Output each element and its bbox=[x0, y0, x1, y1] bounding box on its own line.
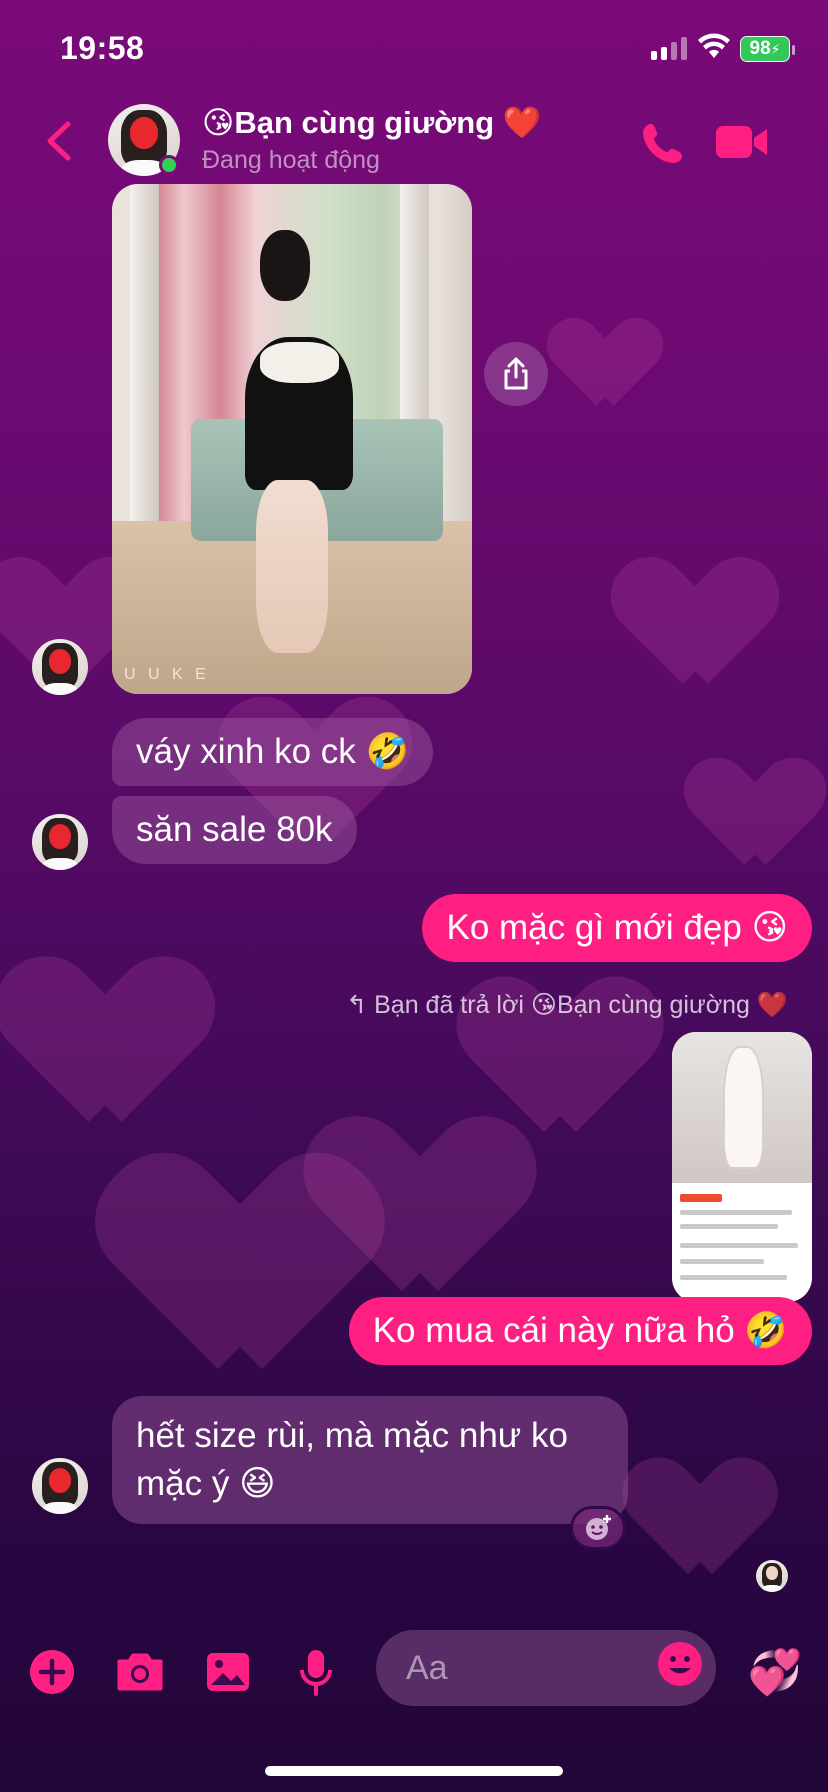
sender-avatar[interactable] bbox=[32, 814, 88, 870]
status-bar: 19:58 98 ⚡ bbox=[0, 0, 828, 100]
incoming-message[interactable]: váy xinh ko ck 🤣 bbox=[112, 718, 434, 786]
share-button[interactable] bbox=[484, 342, 548, 406]
gallery-button[interactable] bbox=[204, 1646, 252, 1698]
add-button[interactable] bbox=[28, 1646, 76, 1698]
camera-icon bbox=[117, 1653, 163, 1691]
status-time: 19:58 bbox=[60, 30, 145, 66]
home-indicator bbox=[265, 1766, 563, 1776]
reply-indicator-text: Bạn đã trả lời 😘Bạn cùng giường ❤️ bbox=[374, 991, 788, 1019]
emoji-icon[interactable] bbox=[656, 1640, 704, 1688]
signal-icon bbox=[651, 36, 687, 60]
sender-avatar[interactable] bbox=[32, 1458, 88, 1514]
add-reaction-icon bbox=[586, 1515, 611, 1540]
plus-circle-icon bbox=[30, 1650, 74, 1694]
message-text: săn sale 80k bbox=[136, 810, 333, 849]
reply-indicator: ↰ Bạn đã trả lời 😘Bạn cùng giường ❤️ bbox=[346, 990, 788, 1020]
active-status: Đang hoạt động bbox=[202, 146, 380, 174]
message-text: Ko mặc gì mới đẹp 😘 bbox=[446, 908, 788, 947]
chevron-left-icon[interactable] bbox=[40, 118, 80, 164]
wifi-icon bbox=[698, 33, 730, 58]
hearts-emoji-icon: 💞 bbox=[747, 1648, 803, 1697]
online-status-dot bbox=[159, 155, 179, 175]
microphone-icon bbox=[300, 1650, 332, 1696]
video-camera-icon[interactable] bbox=[714, 122, 770, 162]
replied-product-screenshot[interactable] bbox=[672, 1032, 812, 1302]
received-photo[interactable]: U U K E bbox=[112, 184, 472, 694]
quick-reaction-button[interactable]: 💞 bbox=[746, 1646, 804, 1698]
battery-level: 98 bbox=[749, 38, 771, 59]
outgoing-message[interactable]: Ko mặc gì mới đẹp 😘 bbox=[422, 894, 812, 962]
message-text: váy xinh ko ck 🤣 bbox=[136, 732, 410, 771]
chat-header: 😘Bạn cùng giường ❤️ Đang hoạt động bbox=[0, 100, 828, 180]
message-text: Ko mua cái này nữa hỏ 🤣 bbox=[372, 1311, 788, 1350]
seen-receipt-avatar bbox=[756, 1560, 788, 1592]
phone-icon[interactable] bbox=[640, 120, 686, 166]
message-text-line: hết size rùi, mà mặc như ko bbox=[136, 1416, 568, 1455]
voice-button[interactable] bbox=[296, 1646, 336, 1698]
message-text-line: mặc ý 😆 bbox=[136, 1464, 276, 1503]
add-reaction-button[interactable] bbox=[570, 1506, 626, 1550]
camera-button[interactable] bbox=[114, 1646, 166, 1698]
sender-avatar[interactable] bbox=[32, 639, 88, 695]
incoming-message[interactable]: hết size rùi, mà mặc như ko mặc ý 😆 bbox=[112, 1396, 628, 1524]
contact-name[interactable]: 😘Bạn cùng giường ❤️ bbox=[202, 104, 541, 141]
message-composer: Aa 💞 bbox=[0, 1620, 828, 1720]
reply-arrow-icon: ↰ bbox=[346, 991, 368, 1019]
incoming-message[interactable]: săn sale 80k bbox=[112, 796, 357, 864]
outgoing-message[interactable]: Ko mua cái này nữa hỏ 🤣 bbox=[348, 1297, 812, 1365]
message-input-placeholder: Aa bbox=[406, 1649, 448, 1687]
battery-icon: 98 ⚡ bbox=[740, 36, 795, 62]
image-icon bbox=[207, 1653, 249, 1691]
photo-watermark: U U K E bbox=[124, 666, 210, 683]
share-icon bbox=[504, 357, 528, 390]
